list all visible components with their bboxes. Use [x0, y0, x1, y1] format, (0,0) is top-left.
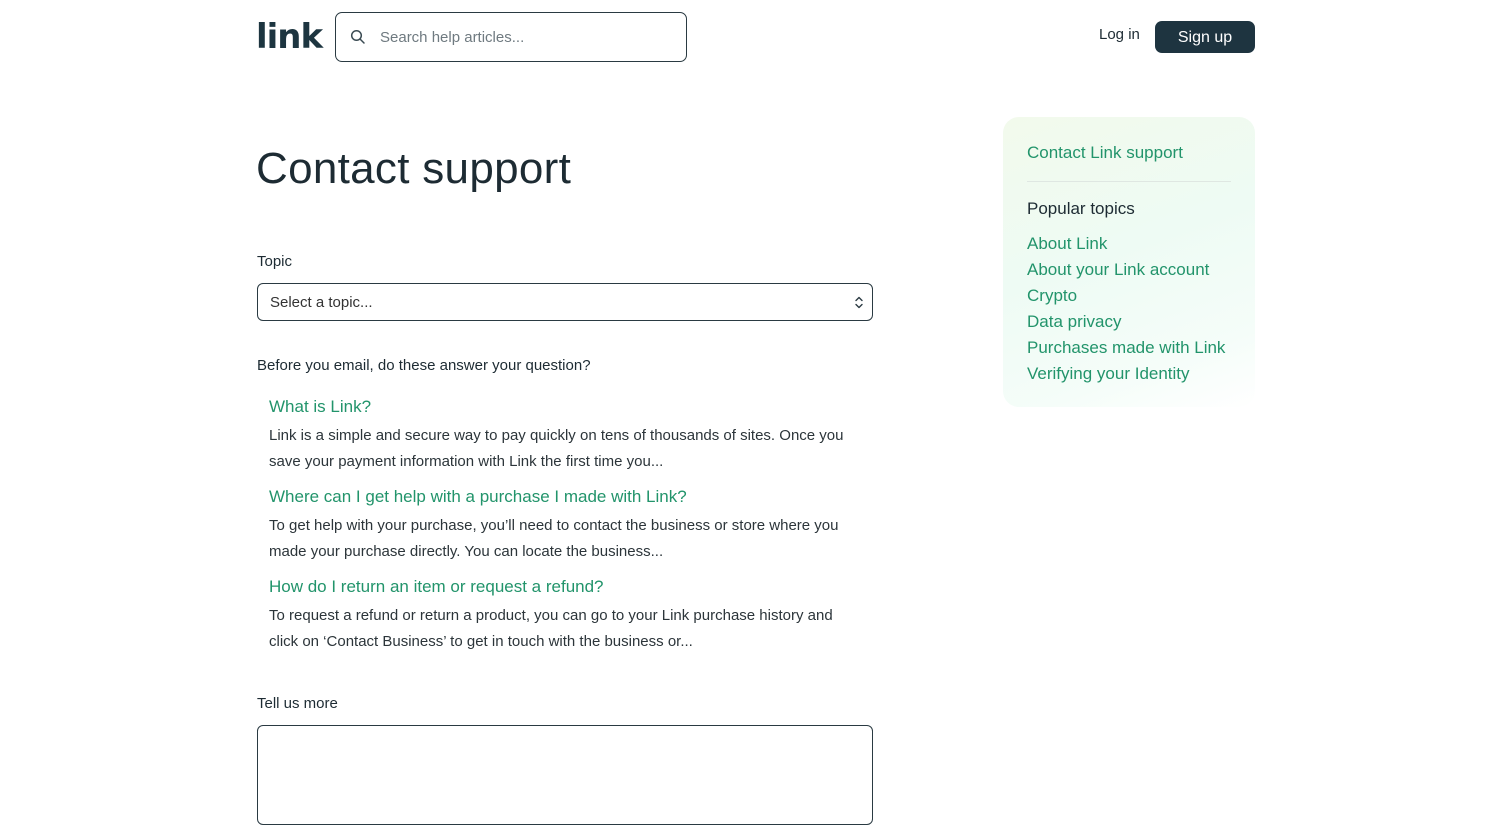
popular-topics-heading: Popular topics: [1027, 199, 1135, 218]
topic-select[interactable]: Select a topic...: [257, 283, 873, 321]
suggested-article: What is Link? Link is a simple and secur…: [269, 395, 869, 475]
support-sidebar: Contact Link support Popular topics Abou…: [1003, 117, 1255, 407]
article-title-link[interactable]: How do I return an item or request a ref…: [269, 575, 869, 599]
link-logo[interactable]: link: [256, 20, 323, 54]
suggested-article: Where can I get help with a purchase I m…: [269, 485, 869, 565]
message-textarea[interactable]: [257, 725, 873, 825]
suggestion-intro-text: Before you email, do these answer your q…: [257, 357, 591, 374]
topic-select-value: Select a topic...: [270, 293, 373, 311]
article-title-link[interactable]: Where can I get help with a purchase I m…: [269, 485, 869, 509]
topic-label: Topic: [257, 253, 293, 270]
article-excerpt: To get help with your purchase, you’ll n…: [269, 517, 839, 560]
search-input[interactable]: [378, 27, 658, 47]
signup-button[interactable]: Sign up: [1155, 21, 1255, 53]
sidebar-topic-purchases[interactable]: Purchases made with Link: [1027, 335, 1231, 361]
chevron-updown-icon: [854, 295, 864, 310]
suggested-article: How do I return an item or request a ref…: [269, 575, 869, 655]
article-excerpt: To request a refund or return a product,…: [269, 607, 833, 650]
sidebar-topic-verifying-identity[interactable]: Verifying your Identity: [1027, 361, 1231, 387]
contact-link-support-link[interactable]: Contact Link support: [1027, 141, 1231, 165]
sidebar-topic-crypto[interactable]: Crypto: [1027, 283, 1231, 309]
tell-us-more-label: Tell us more: [257, 695, 338, 712]
sidebar-topic-about-account[interactable]: About your Link account: [1027, 257, 1231, 283]
site-header: link Log in Sign up: [0, 0, 1512, 72]
article-title-link[interactable]: What is Link?: [269, 395, 869, 419]
search-icon: [350, 29, 366, 45]
sidebar-topic-data-privacy[interactable]: Data privacy: [1027, 309, 1231, 335]
article-excerpt: Link is a simple and secure way to pay q…: [269, 427, 844, 470]
sidebar-divider: [1027, 181, 1231, 182]
search-box[interactable]: [335, 12, 687, 62]
sidebar-topic-about-link[interactable]: About Link: [1027, 231, 1231, 257]
suggested-articles-list: What is Link? Link is a simple and secur…: [269, 395, 869, 665]
page-title: Contact support: [256, 144, 572, 193]
login-link[interactable]: Log in: [1099, 26, 1140, 43]
